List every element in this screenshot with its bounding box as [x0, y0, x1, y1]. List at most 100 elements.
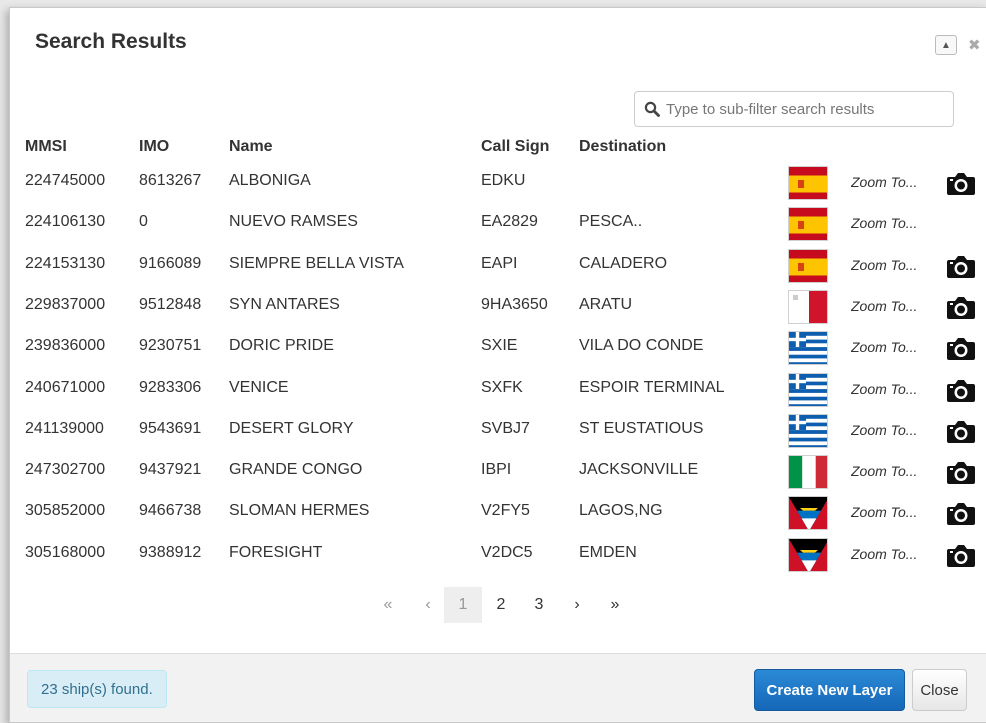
- destination-cell: ST EUSTATIOUS: [579, 419, 704, 437]
- destination-cell: ESPOIR TERMINAL: [579, 378, 725, 396]
- call-sign-cell: SXFK: [481, 378, 523, 396]
- zoom-to-link[interactable]: Zoom To...: [851, 174, 917, 190]
- destination-cell: LAGOS,NG: [579, 502, 663, 520]
- camera-icon[interactable]: [946, 459, 976, 490]
- last-page-button[interactable]: »: [604, 587, 626, 623]
- camera-icon[interactable]: [946, 418, 976, 449]
- page-3-button[interactable]: 3: [520, 587, 558, 623]
- camera-icon[interactable]: [946, 170, 976, 201]
- sub-filter-field[interactable]: [634, 91, 954, 127]
- call-sign-cell: 9HA3650: [481, 295, 548, 313]
- spain-flag-icon: [788, 207, 828, 242]
- call-sign-cell: EDKU: [481, 172, 526, 189]
- prev-page-button[interactable]: ‹: [417, 587, 439, 623]
- mmsi-cell: 224153130: [25, 254, 106, 272]
- mmsi-cell: 240671000: [25, 378, 106, 396]
- name-cell: SLOMAN HERMES: [229, 502, 370, 520]
- create-new-layer-button[interactable]: Create New Layer: [754, 669, 905, 711]
- zoom-to-link[interactable]: Zoom To...: [851, 504, 917, 520]
- camera-icon[interactable]: [946, 294, 976, 325]
- call-sign-cell: V2FY5: [481, 502, 530, 520]
- name-cell: SYN ANTARES: [229, 295, 340, 313]
- table-row[interactable]: 240671000 9283306 VENICE SXFK ESPOIR TERMINA…: [10, 372, 986, 413]
- name-cell: VENICE: [229, 378, 289, 396]
- table-row[interactable]: 241139000 9543691 DESERT GLORY SVBJ7 ST EUST…: [10, 413, 986, 454]
- zoom-to-link[interactable]: Zoom To...: [851, 298, 917, 314]
- destination-cell: EMDEN: [579, 543, 637, 561]
- page-1-button[interactable]: 1: [444, 587, 482, 623]
- search-results-dialog: Search Results ▲ ✖ MMSI IMO Name Call Si…: [9, 7, 986, 723]
- imo-cell: 8613267: [139, 172, 202, 189]
- collapse-button[interactable]: ▲: [935, 35, 957, 55]
- imo-cell: 9466738: [139, 502, 202, 520]
- header-call-sign[interactable]: Call Sign: [481, 138, 549, 156]
- call-sign-cell: V2DC5: [481, 543, 533, 561]
- destination-cell: ARATU: [579, 295, 633, 313]
- imo-cell: 9543691: [139, 419, 202, 437]
- call-sign-cell: IBPI: [481, 461, 512, 479]
- camera-icon[interactable]: [946, 253, 976, 284]
- name-cell: GRANDE CONGO: [229, 461, 363, 479]
- antigua-flag-icon: [788, 537, 828, 572]
- zoom-to-link[interactable]: Zoom To...: [851, 339, 917, 355]
- malta-flag-icon: [788, 289, 828, 324]
- italy-flag-icon: [788, 455, 828, 490]
- mmsi-cell: 224106130: [25, 213, 106, 231]
- camera-icon[interactable]: [946, 542, 976, 573]
- imo-cell: 9230751: [139, 337, 202, 355]
- zoom-to-link[interactable]: Zoom To...: [851, 381, 917, 397]
- camera-icon[interactable]: [946, 377, 976, 408]
- camera-icon[interactable]: [946, 335, 976, 366]
- zoom-to-link[interactable]: Zoom To...: [851, 463, 917, 479]
- greece-flag-icon: [788, 331, 828, 366]
- sub-filter-input[interactable]: [664, 99, 938, 119]
- header-mmsi[interactable]: MMSI: [25, 138, 67, 156]
- table-row[interactable]: 305852000 9466738 SLOMAN HERMES V2FY5 LAGOS,…: [10, 495, 986, 536]
- imo-cell: 9283306: [139, 378, 202, 396]
- call-sign-cell: SVBJ7: [481, 419, 530, 437]
- mmsi-cell: 229837000: [25, 295, 106, 313]
- name-cell: SIEMPRE BELLA VISTA: [229, 254, 404, 272]
- name-cell: NUEVO RAMSES: [229, 213, 358, 231]
- first-page-button[interactable]: «: [377, 587, 399, 623]
- chevron-up-icon: ▲: [941, 39, 951, 51]
- table-row[interactable]: 239836000 9230751 DORIC PRIDE SXIE VILA DO C…: [10, 330, 986, 371]
- results-count-badge: 23 ship(s) found.: [27, 670, 167, 708]
- mmsi-cell: 305168000: [25, 543, 106, 561]
- spain-flag-icon: [788, 166, 828, 200]
- zoom-to-link[interactable]: Zoom To...: [851, 422, 917, 438]
- table-row[interactable]: 224153130 9166089 SIEMPRE BELLA VISTA EAPI C…: [10, 248, 986, 289]
- imo-cell: 0: [139, 213, 148, 231]
- header-name[interactable]: Name: [229, 138, 273, 156]
- close-button[interactable]: Close: [912, 669, 967, 711]
- name-cell: FORESIGHT: [229, 543, 323, 561]
- mmsi-cell: 241139000: [25, 419, 104, 437]
- call-sign-cell: SXIE: [481, 337, 518, 355]
- call-sign-cell: EAPI: [481, 254, 518, 272]
- header-destination[interactable]: Destination: [579, 138, 666, 156]
- destination-cell: CALADERO: [579, 254, 668, 272]
- zoom-to-link[interactable]: Zoom To...: [851, 215, 917, 231]
- next-page-button[interactable]: ›: [566, 587, 588, 623]
- zoom-to-link[interactable]: Zoom To...: [851, 257, 917, 273]
- table-row[interactable]: 229837000 9512848 SYN ANTARES 9HA3650 ARATU Z…: [10, 289, 986, 330]
- table-row[interactable]: 224745000 8613267 ALBONIGA EDKU Zoom To...: [10, 165, 986, 206]
- table-row[interactable]: 305168000 9388912 FORESIGHT V2DC5 EMDEN Zoom …: [10, 537, 986, 578]
- close-icon[interactable]: ✖: [968, 36, 981, 54]
- dialog-title: Search Results: [35, 30, 187, 53]
- search-icon: [644, 101, 660, 117]
- mmsi-cell: 239836000: [25, 337, 106, 355]
- table-row[interactable]: 224106130 0 NUEVO RAMSES EA2829 PESCA.. Zoom …: [10, 206, 986, 247]
- zoom-to-link[interactable]: Zoom To...: [851, 546, 917, 562]
- imo-cell: 9437921: [139, 461, 202, 479]
- mmsi-cell: 247302700: [25, 461, 106, 479]
- name-cell: ALBONIGA: [229, 172, 311, 189]
- header-imo[interactable]: IMO: [139, 138, 169, 156]
- call-sign-cell: EA2829: [481, 213, 538, 231]
- greece-flag-icon: [788, 413, 828, 448]
- page-2-button[interactable]: 2: [482, 587, 520, 623]
- name-cell: DORIC PRIDE: [229, 337, 334, 355]
- camera-icon[interactable]: [946, 500, 976, 531]
- table-row[interactable]: 247302700 9437921 GRANDE CONGO IBPI JACKSONV…: [10, 454, 986, 495]
- imo-cell: 9388912: [139, 543, 202, 561]
